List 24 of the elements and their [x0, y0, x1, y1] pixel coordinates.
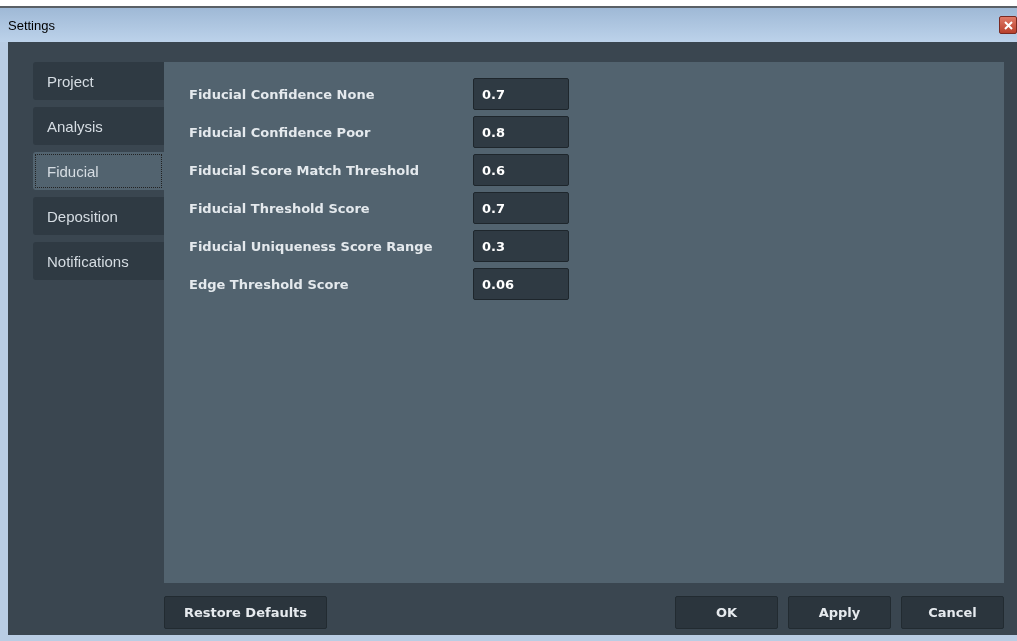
setting-label: Fiducial Confidence Poor	[189, 124, 372, 140]
settings-tab[interactable]: Project	[33, 62, 164, 100]
dialog-button[interactable]: Cancel	[901, 596, 1004, 629]
setting-field[interactable]: 0.3	[473, 230, 569, 262]
setting-label: Edge Threshold Score	[189, 276, 350, 292]
setting-field[interactable]: 0.6	[473, 154, 569, 186]
dialog-button[interactable]: Apply	[788, 596, 891, 629]
settings-tab[interactable]: Notifications	[33, 242, 164, 280]
setting-field[interactable]: 0.8	[473, 116, 569, 148]
settings-tab[interactable]: Deposition	[33, 197, 164, 235]
setting-field[interactable]: 0.7	[473, 192, 569, 224]
restore-defaults-button[interactable]: Restore Defaults	[164, 596, 327, 629]
setting-field[interactable]: 0.06	[473, 268, 569, 300]
settings-tab[interactable]: Fiducial	[33, 152, 164, 190]
setting-label: Fiducial Uniqueness Score Range	[189, 238, 434, 254]
close-button[interactable]	[999, 16, 1017, 34]
setting-label: Fiducial Confidence None	[189, 86, 376, 102]
close-icon	[1003, 20, 1013, 30]
dialog-button[interactable]: OK	[675, 596, 778, 629]
setting-label: Fiducial Score Match Threshold	[189, 162, 420, 178]
window-title: Settings	[8, 17, 55, 33]
setting-field[interactable]: 0.7	[473, 78, 569, 110]
setting-label: Fiducial Threshold Score	[189, 200, 371, 216]
settings-tab[interactable]: Analysis	[33, 107, 164, 145]
